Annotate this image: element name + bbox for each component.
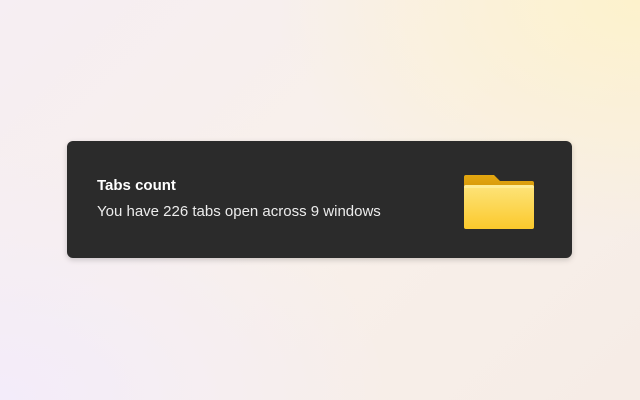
notification-message: You have 226 tabs open across 9 windows	[97, 202, 381, 220]
folder-icon	[464, 173, 534, 231]
notification-toast[interactable]: Tabs count You have 226 tabs open across…	[67, 141, 572, 258]
notification-content: Tabs count You have 226 tabs open across…	[97, 177, 464, 221]
notification-title: Tabs count	[97, 176, 176, 194]
